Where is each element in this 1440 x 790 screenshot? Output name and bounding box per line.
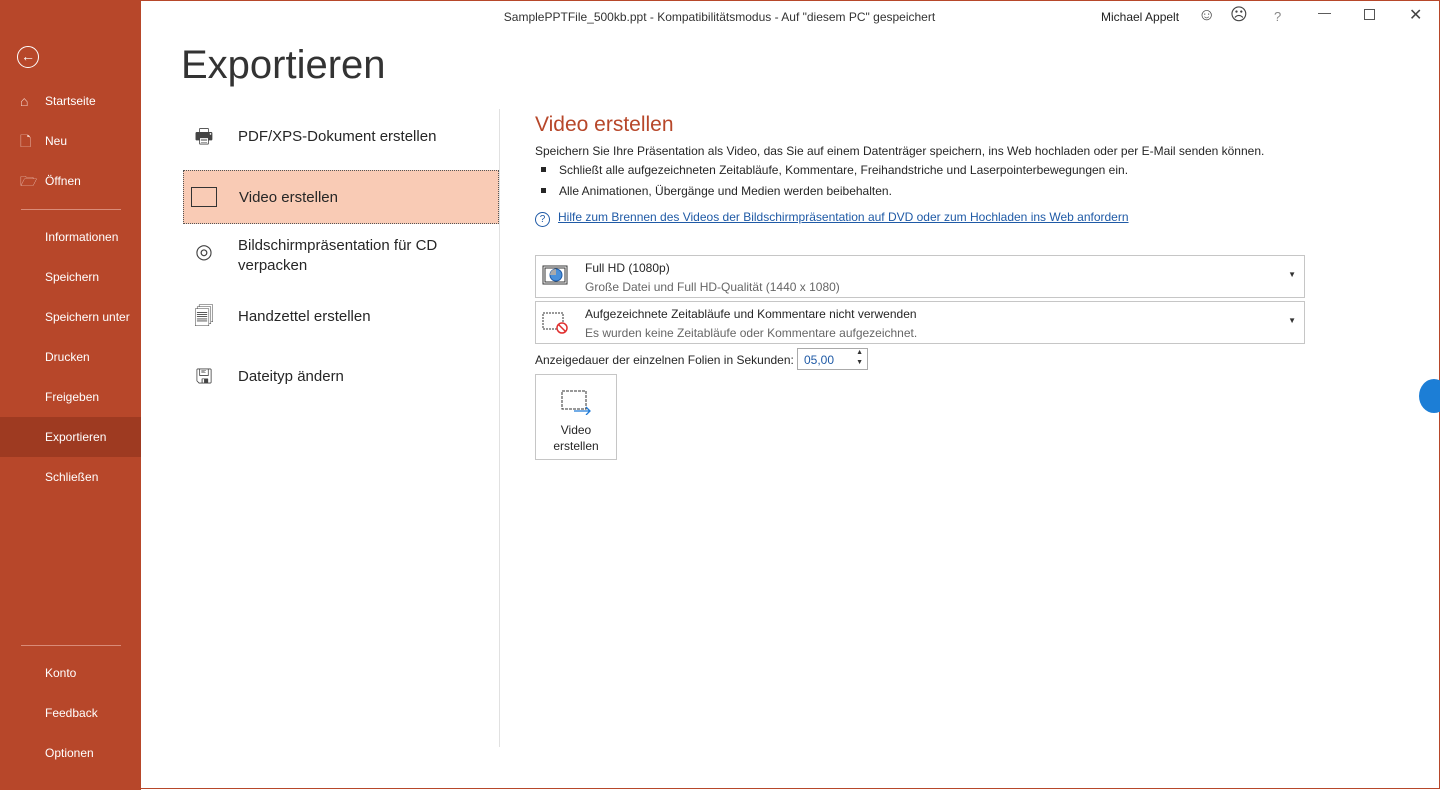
sidebar-item-schliessen[interactable]: Schließen — [0, 457, 141, 497]
dropbox-badge-icon[interactable] — [1419, 379, 1440, 413]
close-button[interactable]: ✕ — [1409, 5, 1422, 25]
sidebar-item-drucken[interactable]: Drucken — [0, 337, 141, 377]
duration-label: Anzeigedauer der einzelnen Folien in Sek… — [535, 353, 794, 367]
cd-icon: ◎ — [195, 241, 213, 263]
minimize-button[interactable]: — — [1318, 5, 1331, 20]
page-title: Exportieren — [181, 43, 386, 87]
backstage-sidebar: ← ⌂ Startseite 🗋 Neu 🗁 Öffnen Informationen… — [0, 1, 141, 790]
sidebar-item-feedback[interactable]: Feedback — [0, 693, 141, 733]
sidebar-item-neu[interactable]: 🗋 Neu — [0, 121, 141, 161]
presentation-quality-icon — [542, 265, 568, 285]
timings-subtitle: Es wurden keine Zeitabläufe oder Komment… — [585, 326, 918, 340]
smiley-icon[interactable]: ☺ — [1198, 5, 1215, 25]
timings-dropdown[interactable]: Aufgezeichnete Zeitabläufe und Kommentar… — [535, 301, 1305, 344]
sidebar-item-startseite[interactable]: ⌂ Startseite — [0, 81, 141, 121]
no-timings-icon — [542, 312, 568, 334]
sidebar-item-oeffnen[interactable]: 🗁 Öffnen — [0, 161, 141, 201]
window-title: SamplePPTFile_500kb.ppt - Kompatibilität… — [503, 10, 936, 24]
sidebar-item-freigeben[interactable]: Freigeben — [0, 377, 141, 417]
export-option-cd[interactable]: ◎ Bildschirmpräsentation für CD verpacken — [183, 229, 499, 283]
frown-icon[interactable]: ☹ — [1230, 5, 1248, 25]
sidebar-item-exportieren[interactable]: Exportieren — [0, 417, 141, 457]
new-file-icon: 🗋 — [20, 133, 32, 149]
quality-subtitle: Große Datei und Full HD-Qualität (1440 x… — [585, 280, 840, 294]
export-option-video[interactable]: Video erstellen — [183, 170, 499, 224]
sidebar-item-konto[interactable]: Konto — [0, 653, 141, 693]
detail-description: Speichern Sie Ihre Präsentation als Vide… — [535, 144, 1265, 158]
export-option-handouts[interactable]: 🗐 Handzettel erstellen — [183, 289, 499, 343]
bullet-item: Alle Animationen, Übergänge und Medien w… — [541, 184, 892, 198]
export-option-filetype[interactable]: 🖫 Dateityp ändern — [183, 349, 499, 403]
quality-dropdown[interactable]: Full HD (1080p) Große Datei und Full HD-… — [535, 255, 1305, 298]
divider — [21, 645, 121, 646]
create-video-button[interactable]: Video erstellen — [535, 374, 617, 460]
save-edit-icon: 🖫 — [195, 366, 213, 388]
sidebar-item-informationen[interactable]: Informationen — [0, 217, 141, 257]
timings-title: Aufgezeichnete Zeitabläufe und Kommentar… — [585, 307, 917, 321]
duration-stepper[interactable]: 05,00 ▲ ▼ — [797, 348, 868, 370]
handout-icon: 🗐 — [194, 306, 214, 328]
sidebar-item-speichern-unter[interactable]: Speichern unter — [0, 297, 141, 337]
video-icon — [191, 187, 217, 207]
spin-down-icon[interactable]: ▼ — [856, 359, 863, 366]
spin-up-icon[interactable]: ▲ — [856, 349, 863, 356]
home-icon: ⌂ — [20, 93, 29, 109]
quality-title: Full HD (1080p) — [585, 261, 670, 275]
detail-title: Video erstellen — [535, 113, 674, 136]
sidebar-item-speichern[interactable]: Speichern — [0, 257, 141, 297]
back-arrow-icon[interactable]: ← — [17, 46, 39, 68]
sidebar-item-optionen[interactable]: Optionen — [0, 733, 141, 773]
help-circle-icon: ? — [535, 212, 550, 227]
folder-icon: 🗁 — [20, 173, 38, 189]
user-name[interactable]: Michael Appelt — [1101, 10, 1179, 24]
divider — [21, 209, 121, 210]
maximize-button[interactable] — [1364, 9, 1375, 20]
video-export-icon — [561, 390, 591, 416]
export-option-pdf[interactable]: 🖶 PDF/XPS-Dokument erstellen — [183, 109, 499, 163]
create-video-label: Video erstellen — [553, 423, 599, 453]
bullet-item: Schließt alle aufgezeichneten Zeitabläuf… — [541, 163, 1128, 177]
help-button[interactable]: ? — [1274, 9, 1281, 24]
printer-icon: 🖶 — [194, 126, 214, 148]
window: ← ⌂ Startseite 🗋 Neu 🗁 Öffnen Informationen… — [0, 0, 1440, 790]
chevron-down-icon: ▼ — [1288, 270, 1296, 279]
chevron-down-icon: ▼ — [1288, 316, 1296, 325]
duration-value[interactable]: 05,00 — [804, 353, 834, 367]
help-link[interactable]: ? Hilfe zum Brennen des Videos der Bildsc… — [535, 210, 1129, 227]
divider — [499, 109, 500, 747]
